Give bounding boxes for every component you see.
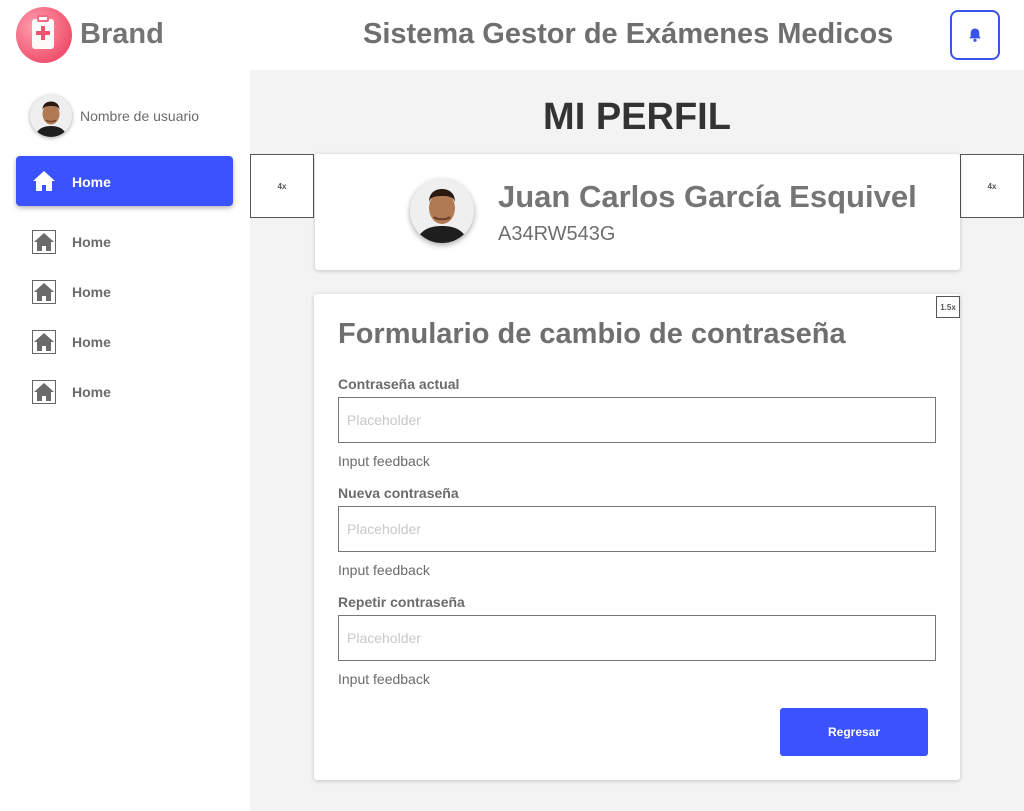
profile-avatar — [410, 179, 474, 243]
sidebar: Nombre de usuario Home Home Home Home Ho… — [0, 70, 250, 811]
placeholder-image-left: 4x — [250, 154, 314, 218]
sidebar-item-label: Home — [72, 334, 111, 350]
sidebar-item-home[interactable]: Home — [16, 316, 233, 366]
page-title: MI PERFIL — [543, 96, 731, 138]
user-avatar[interactable] — [30, 95, 72, 137]
placeholder-image-right: 4x — [960, 154, 1024, 218]
new-password-label: Nueva contraseña — [338, 485, 459, 501]
sidebar-item-label: Home — [72, 384, 111, 400]
sidebar-item-label: Home — [72, 234, 111, 250]
home-icon — [32, 330, 56, 354]
sidebar-item-label: Home — [72, 174, 111, 190]
current-password-input[interactable] — [338, 397, 936, 443]
sidebar-item-home[interactable]: Home — [16, 156, 233, 206]
medical-clipboard-icon[interactable] — [16, 7, 72, 63]
notifications-button[interactable] — [950, 10, 1000, 60]
repeat-password-input[interactable] — [338, 615, 936, 661]
repeat-password-label: Repetir contraseña — [338, 594, 465, 610]
new-password-feedback: Input feedback — [338, 562, 430, 578]
password-change-form: 1.5x Formulario de cambio de contraseña … — [314, 294, 960, 780]
new-password-input[interactable] — [338, 506, 936, 552]
app-title: Sistema Gestor de Exámenes Medicos — [363, 18, 894, 50]
home-icon — [32, 230, 56, 254]
profile-id: A34RW543G — [498, 223, 616, 245]
brand-name[interactable]: Brand — [80, 18, 164, 51]
repeat-password-feedback: Input feedback — [338, 671, 430, 687]
profile-card: Juan Carlos García Esquivel A34RW543G — [315, 154, 960, 270]
sidebar-item-home[interactable]: Home — [16, 266, 233, 316]
main-content: MI PERFIL 4x 4x Juan Carlos García Esqui… — [250, 70, 1024, 811]
form-title: Formulario de cambio de contraseña — [338, 318, 846, 350]
current-password-label: Contraseña actual — [338, 376, 460, 392]
profile-name: Juan Carlos García Esquivel — [498, 179, 917, 214]
current-password-feedback: Input feedback — [338, 453, 430, 469]
home-icon — [32, 280, 56, 304]
top-header: Brand Sistema Gestor de Exámenes Medicos — [0, 0, 1024, 70]
home-icon — [33, 171, 55, 191]
sidebar-item-home[interactable]: Home — [16, 366, 233, 416]
bell-icon — [969, 28, 981, 42]
home-icon — [32, 380, 56, 404]
back-button[interactable]: Regresar — [780, 708, 928, 756]
zoom-badge: 1.5x — [936, 296, 960, 318]
sidebar-item-label: Home — [72, 284, 111, 300]
username: Nombre de usuario — [80, 108, 200, 124]
sidebar-item-home[interactable]: Home — [16, 216, 233, 266]
